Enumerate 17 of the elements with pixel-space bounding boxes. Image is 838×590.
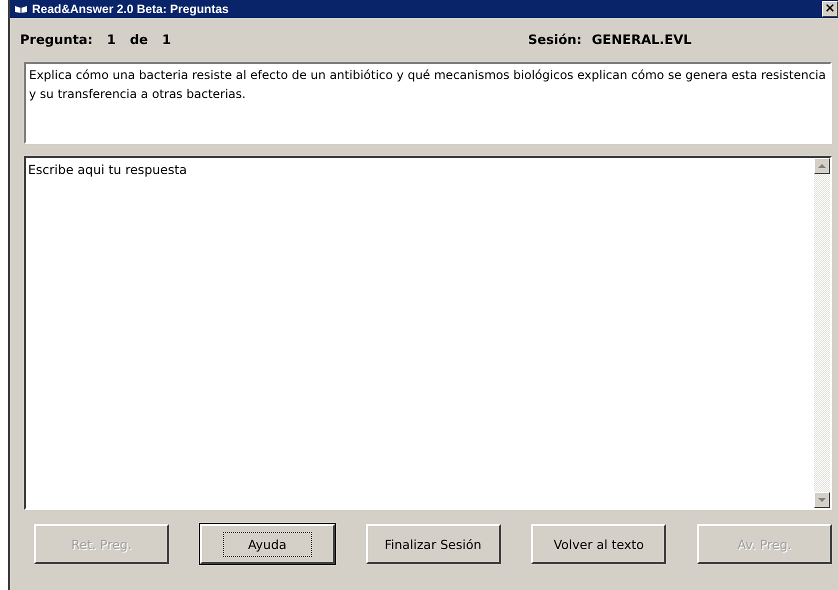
dialog-button[interactable]: Finalizar Sesión [366,524,500,564]
question-total: 1 [162,32,171,48]
of-label: de [130,32,148,48]
close-button[interactable]: × [822,1,838,17]
window-title: Read&Answer 2.0 Beta: Preguntas [32,2,230,16]
session-value: GENERAL.EVL [592,32,692,48]
dialog-button[interactable]: Ayuda [200,524,335,564]
dialog-button[interactable]: Volver al texto [531,524,666,564]
question-number: 1 [106,32,116,48]
session-label: Sesión: [528,32,582,48]
question-text: Explica cómo una bacteria resiste al efecto de un antibiótico y qué mecanismos biológicos explican cómo se genera esta resistencia y su transferencia a otras bacterias. [24,62,832,144]
answer-field[interactable]: Escribe aqui tu respuesta [26,158,814,181]
app-icon [14,4,28,14]
scroll-down-icon[interactable] [814,492,830,508]
question-label: Pregunta: [20,32,93,48]
scrollbar[interactable] [814,158,830,508]
scroll-up-icon[interactable] [814,158,830,174]
